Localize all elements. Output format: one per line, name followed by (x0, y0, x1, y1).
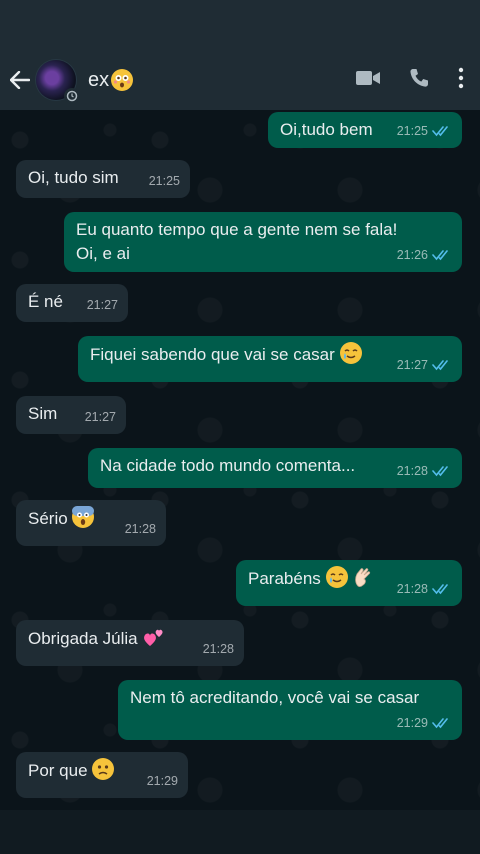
outgoing-message[interactable]: Na cidade todo mundo comenta... 21:28 (88, 448, 462, 488)
screaming-face-emoji (72, 506, 95, 528)
read-ticks-icon (432, 360, 448, 371)
read-ticks-icon (432, 250, 448, 261)
read-ticks-icon (432, 718, 448, 729)
message-time: 21:28 (202, 642, 234, 656)
message-text: Por que (28, 761, 88, 780)
message-text: Na cidade todo mundo comenta... (100, 456, 356, 475)
outgoing-message[interactable]: Eu quanto tempo que a gente nem se fala!… (64, 212, 462, 272)
header-actions (356, 67, 464, 94)
incoming-message[interactable]: Por que 21:29 (16, 752, 188, 798)
message-time: 21:28 (396, 582, 428, 596)
more-options-icon[interactable] (458, 67, 464, 94)
incoming-message[interactable]: Sim 21:27 (16, 396, 126, 434)
two-hearts-emoji (142, 626, 166, 648)
message-time: 21:27 (396, 358, 428, 372)
message-meta: 21:25 (397, 119, 452, 143)
video-call-icon[interactable] (356, 70, 380, 91)
message-text: Obrigada Júlia (28, 629, 138, 648)
message-text: Oi, tudo sim (28, 168, 119, 187)
message-text: Sim (28, 404, 58, 423)
outgoing-message[interactable]: Parabéns 21:28 (236, 560, 462, 606)
read-ticks-icon (432, 466, 448, 477)
message-meta: 21:28 (125, 517, 156, 541)
message-text: Fiquei sabendo que vai se casar (90, 345, 335, 364)
message-text: É né (28, 292, 63, 311)
outgoing-message[interactable]: Oi,tudo bem 21:25 (268, 112, 462, 148)
outgoing-message[interactable]: Nem tô acreditando, você vai se casar 21… (118, 680, 462, 740)
contact-name[interactable]: ex (88, 68, 134, 92)
message-time: 21:27 (84, 410, 116, 424)
chat-area[interactable]: Oi,tudo bem 21:25 Oi, tudo sim 21:25 Eu … (0, 110, 480, 810)
chat-header: ex (0, 50, 480, 110)
incoming-message[interactable]: Sério 21:28 (16, 500, 166, 546)
message-meta: 21:28 (397, 577, 452, 601)
status-ring-icon (64, 88, 80, 104)
message-meta: 21:25 (149, 169, 180, 193)
back-arrow-icon[interactable] (8, 68, 32, 92)
message-time: 21:27 (86, 298, 118, 312)
message-time: 21:26 (396, 248, 428, 262)
message-text: Oi,tudo bem (280, 120, 373, 139)
message-text: Nem tô acreditando, você vai se casar (130, 688, 420, 707)
status-bar (0, 0, 480, 50)
message-meta: 21:26 (397, 243, 452, 267)
read-ticks-icon (432, 584, 448, 595)
slightly-frowning-face-emoji (92, 758, 115, 780)
message-meta: 21:27 (87, 293, 118, 317)
incoming-message[interactable]: Oi, tudo sim 21:25 (16, 160, 190, 198)
message-meta: 21:27 (397, 353, 452, 377)
contact-avatar[interactable] (36, 60, 80, 104)
message-time: 21:25 (396, 124, 428, 138)
message-time: 21:29 (396, 716, 428, 730)
message-composer-bar[interactable] (0, 810, 480, 854)
message-meta: 21:29 (397, 711, 452, 735)
message-text: Parabéns (248, 569, 321, 588)
read-ticks-icon (432, 126, 448, 137)
clapping-hands-emoji (352, 566, 374, 588)
message-text: Sério (28, 509, 68, 528)
crying-smile-emoji (339, 342, 362, 364)
contact-name-text: ex (88, 68, 110, 91)
outgoing-message[interactable]: Fiquei sabendo que vai se casar 21:27 (78, 336, 462, 382)
message-meta: 21:28 (203, 637, 234, 661)
message-time: 21:25 (148, 174, 180, 188)
message-time: 21:28 (124, 522, 156, 536)
message-text: Eu quanto tempo que a gente nem se fala!… (76, 220, 398, 263)
message-meta: 21:29 (147, 769, 178, 793)
message-time: 21:29 (146, 774, 178, 788)
voice-call-icon[interactable] (408, 67, 430, 94)
incoming-message[interactable]: Obrigada Júlia 21:28 (16, 620, 244, 666)
astonished-face-emoji (111, 69, 134, 91)
crying-smile-emoji (325, 566, 348, 588)
incoming-message[interactable]: É né 21:27 (16, 284, 128, 322)
message-time: 21:28 (396, 464, 428, 478)
message-meta: 21:27 (85, 405, 116, 429)
message-meta: 21:28 (397, 459, 452, 483)
